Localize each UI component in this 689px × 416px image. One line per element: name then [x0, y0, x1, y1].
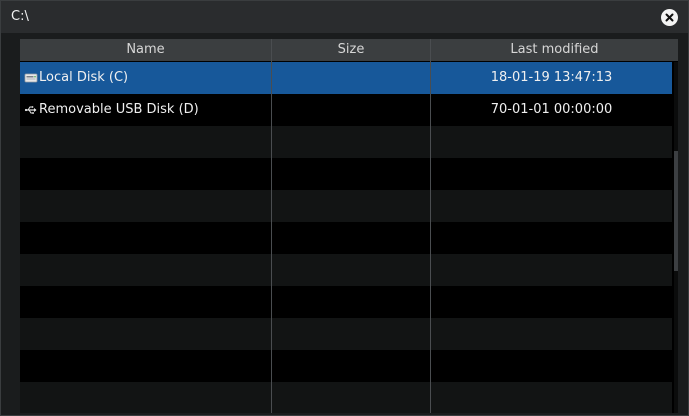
file-modified: 18-01-19 13:47:13 — [490, 70, 613, 85]
column-divider[interactable] — [430, 39, 431, 413]
empty-row — [20, 222, 672, 254]
vertical-scrollbar[interactable] — [674, 62, 678, 413]
usb-icon — [24, 103, 38, 117]
column-header-name[interactable]: Name — [20, 39, 271, 61]
close-icon — [665, 13, 674, 22]
scrollbar-thumb[interactable] — [674, 151, 678, 271]
empty-row — [20, 382, 672, 413]
file-browser-dialog: C:\ Name Size Last modified Local Disk (… — [0, 0, 689, 416]
table-header: Name Size Last modified — [20, 39, 678, 61]
file-name-cell: Removable USB Disk (D) — [24, 94, 270, 126]
file-name: Removable USB Disk (D) — [39, 102, 199, 117]
file-name: Local Disk (C) — [39, 70, 129, 85]
close-button[interactable] — [661, 9, 678, 26]
empty-row — [20, 254, 672, 286]
table-row[interactable]: Removable USB Disk (D) 70-01-01 00:00:00 — [20, 94, 672, 126]
empty-row — [20, 350, 672, 382]
hard-drive-icon — [24, 71, 38, 85]
file-table: Name Size Last modified Local Disk (C) 1… — [20, 39, 678, 413]
column-header-last-modified[interactable]: Last modified — [431, 39, 678, 61]
column-divider[interactable] — [271, 39, 272, 413]
title-bar: C:\ — [1, 1, 688, 33]
table-row[interactable]: Local Disk (C) 18-01-19 13:47:13 — [20, 62, 672, 94]
window-title: C:\ — [11, 9, 29, 24]
empty-row — [20, 158, 672, 190]
file-modified: 70-01-01 00:00:00 — [490, 102, 613, 117]
empty-row — [20, 318, 672, 350]
empty-row — [20, 190, 672, 222]
file-name-cell: Local Disk (C) — [24, 62, 270, 94]
empty-row — [20, 126, 672, 158]
empty-row — [20, 286, 672, 318]
column-header-size[interactable]: Size — [272, 39, 430, 61]
